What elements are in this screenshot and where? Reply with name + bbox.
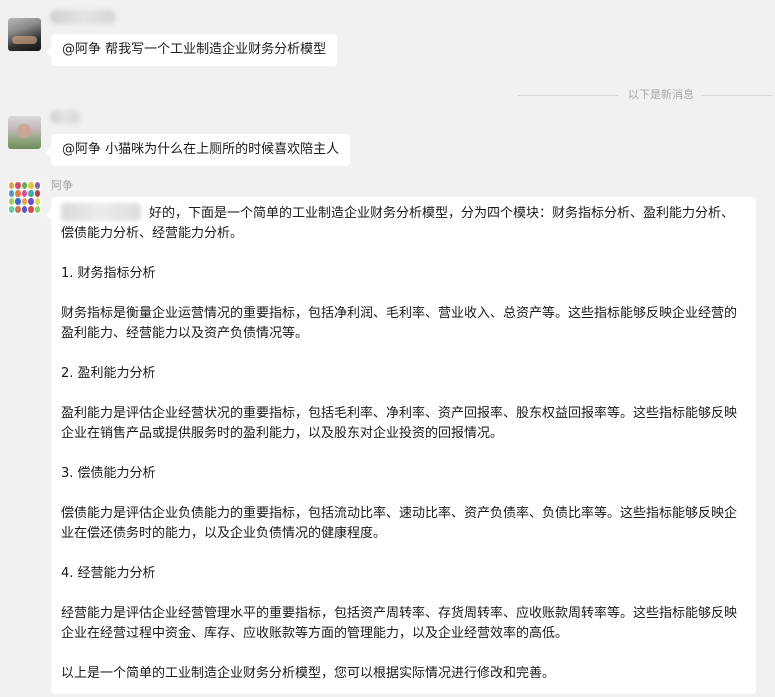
section-body: 偿债能力是评估企业负债能力的重要指标，包括流动比率、速动比率、资产负债率、负债比…	[61, 506, 738, 541]
message-bubble[interactable]: @阿争 帮我写一个工业制造企业财务分析模型	[45, 34, 338, 66]
avatar[interactable]	[8, 116, 41, 149]
sender-name-blurred	[50, 10, 116, 24]
section-body: 经营能力是评估企业经营管理水平的重要指标，包括资产周转率、存货周转率、应收账款周…	[61, 606, 738, 641]
mention-blurred	[61, 203, 141, 221]
reply-bubble[interactable]: 好的，下面是一个简单的工业制造企业财务分析模型，分为四个模块：财务指标分析、盈利…	[46, 197, 756, 694]
reply-intro: 好的，下面是一个简单的工业制造企业财务分析模型，分为四个模块：财务指标分析、盈利…	[61, 203, 746, 244]
section-heading: 1. 财务指标分析	[61, 266, 156, 281]
message-text: @阿争 小猫咪为什么在上厕所的时候喜欢陪主人	[62, 142, 340, 157]
section-heading: 3. 偿债能力分析	[61, 466, 156, 481]
message-bubble[interactable]: @阿争 小猫咪为什么在上厕所的时候喜欢陪主人	[45, 134, 351, 166]
new-messages-divider: 以下是新消息	[518, 88, 773, 102]
section-body: 盈利能力是评估企业经营状况的重要指标，包括毛利率、净利率、资产回报率、股东权益回…	[61, 406, 738, 441]
section-heading: 2. 盈利能力分析	[61, 366, 156, 381]
divider-label: 以下是新消息	[628, 88, 694, 101]
section-body: 财务指标是衡量企业运营情况的重要指标，包括净利润、毛利率、营业收入、总资产等。这…	[61, 306, 738, 341]
avatar[interactable]	[8, 181, 41, 214]
avatar[interactable]	[8, 18, 41, 51]
sender-name-blurred	[50, 110, 80, 124]
section-heading: 4. 经营能力分析	[61, 566, 156, 581]
sender-name: 阿争	[51, 179, 73, 192]
message-text: @阿争 帮我写一个工业制造企业财务分析模型	[62, 42, 327, 57]
reply-closing: 以上是一个简单的工业制造企业财务分析模型，您可以根据实际情况进行修改和完善。	[61, 666, 556, 681]
